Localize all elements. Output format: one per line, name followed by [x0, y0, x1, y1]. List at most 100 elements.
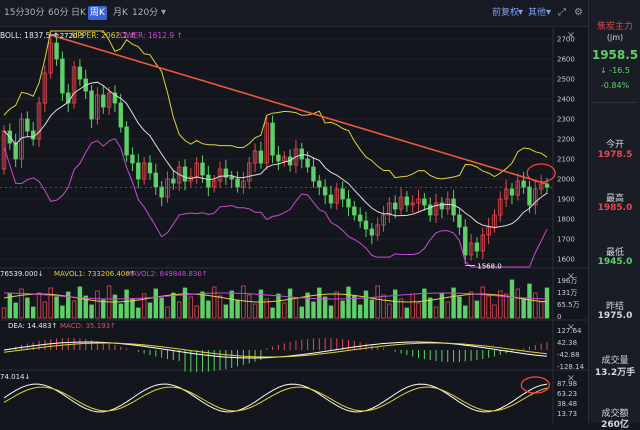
candle-body [463, 226, 468, 256]
volume-bar [176, 301, 182, 319]
boll-label: BOLL: 1837.5 ↑ [0, 31, 59, 40]
volume-bar [340, 300, 345, 319]
volume-bar [410, 293, 415, 319]
volume-bar [124, 289, 129, 319]
volume-bar [77, 286, 83, 319]
open-value: 1978.5 [597, 150, 633, 160]
candle-body [25, 118, 30, 132]
price-tick-label: 1900 [557, 196, 575, 204]
volume-bar [392, 289, 398, 319]
volume-value: 13.2万手 [594, 368, 636, 378]
candle-body [89, 90, 94, 120]
candle-body [363, 220, 369, 230]
last-price: 1958.5 [591, 48, 639, 62]
candle-body [270, 122, 275, 156]
price-chart[interactable]: 2700260025002400230022002100200019001800… [0, 0, 588, 423]
candle-body [124, 126, 129, 156]
contract-code: (jm) [606, 33, 624, 42]
volume-bar [276, 293, 281, 319]
volume-bar [521, 297, 526, 319]
volume-bar [223, 304, 229, 319]
tab-daily[interactable]: 日K [69, 6, 88, 20]
other-dropdown[interactable]: 其他 [528, 6, 546, 20]
tab-weekly[interactable]: 周K [88, 6, 107, 20]
kdj-tick-label: 38.48 [557, 400, 577, 408]
volume-bar [36, 292, 42, 319]
tab-30m[interactable]: 30分 [22, 6, 46, 20]
candle-body [258, 150, 264, 164]
volume-bar [486, 295, 491, 319]
period-dropdown-icon[interactable]: ▾ [161, 6, 166, 20]
price-tick-label: 2200 [557, 136, 575, 144]
close-icon[interactable]: × [567, 322, 575, 333]
low-value: 1945.0 [597, 257, 633, 267]
price-tick-label: 2400 [557, 96, 575, 104]
mavol1-label: MAVOL1: 733206.400↑ [54, 270, 136, 278]
volume-bar [451, 287, 456, 319]
volume-bar [136, 307, 141, 319]
candle-body [276, 154, 281, 162]
close-icon[interactable]: × [567, 30, 575, 41]
volume-bar [381, 294, 386, 319]
low-mark-label: 1568.0 [477, 262, 502, 270]
boll-mid-line [3, 81, 548, 229]
close-icon[interactable]: × [567, 271, 575, 282]
price-tick-label: 2600 [557, 56, 575, 64]
volume-bar [346, 286, 351, 319]
macd-tick-label: -42.88 [557, 351, 580, 359]
kdj-d-line [3, 386, 548, 412]
candle-body [311, 166, 316, 182]
candle-body [457, 214, 462, 228]
volume-bar [492, 304, 497, 319]
tab-60m[interactable]: 60分 [46, 6, 70, 20]
candle-body [328, 194, 334, 204]
volume-bar [42, 301, 48, 319]
divider [593, 102, 637, 103]
price-tick-label: 2300 [557, 116, 575, 124]
volume-bar [287, 288, 293, 319]
open-label: 今开 [605, 140, 624, 150]
candle-body [509, 188, 515, 196]
candle-body [474, 242, 480, 252]
volume-bar [165, 306, 170, 319]
adjust-chevron-icon[interactable]: ▾ [518, 6, 523, 20]
down-arrow-icon: ↓ [600, 66, 607, 75]
volume-bar [30, 306, 36, 319]
tab-monthly[interactable]: 月K [111, 6, 130, 20]
tab-120m[interactable]: 120分 [130, 6, 160, 20]
volume-bar [544, 287, 550, 319]
price-tick-label: 2000 [557, 176, 575, 184]
volume-bar [428, 297, 433, 319]
adjust-dropdown[interactable]: 前复权 [492, 6, 519, 20]
gear-icon[interactable]: ⚙ [574, 6, 583, 20]
candle-body [182, 166, 188, 182]
candle-body [60, 58, 65, 94]
volume-bar [95, 290, 100, 319]
candle-body [422, 198, 427, 206]
volume-bar [282, 302, 287, 319]
candle-body [527, 186, 532, 206]
volume-bar [130, 298, 135, 319]
volume-bar [375, 285, 380, 319]
volume-bar [118, 303, 123, 319]
close-icon[interactable]: × [567, 373, 575, 384]
volume-bar [317, 287, 322, 319]
volume-bar [387, 303, 392, 319]
candle-body [200, 162, 205, 176]
expand-icon[interactable]: ⤢ [558, 6, 566, 20]
candle-body [305, 158, 310, 168]
chart-app: 2700 2600 2500 2400 2300 2200 2100 2000 1900 1800… [0, 0, 640, 430]
candle-body [235, 178, 240, 188]
other-chevron-icon[interactable]: ▾ [546, 6, 551, 20]
volume-bar [468, 291, 474, 319]
candle-body [171, 178, 176, 184]
candle-body [352, 206, 357, 216]
candle-body [30, 130, 36, 140]
quote-panel: 焦炭主力 (jm) 1958.5 ↓ -16.5 -0.84% 今开 1978.… [588, 0, 640, 430]
volume-bar [211, 286, 217, 319]
volume-bar [229, 290, 234, 319]
candle-body [404, 196, 410, 206]
volume-bar [217, 295, 223, 319]
volume-label: 76539.000↓ [0, 270, 44, 278]
candle-body [428, 204, 433, 216]
